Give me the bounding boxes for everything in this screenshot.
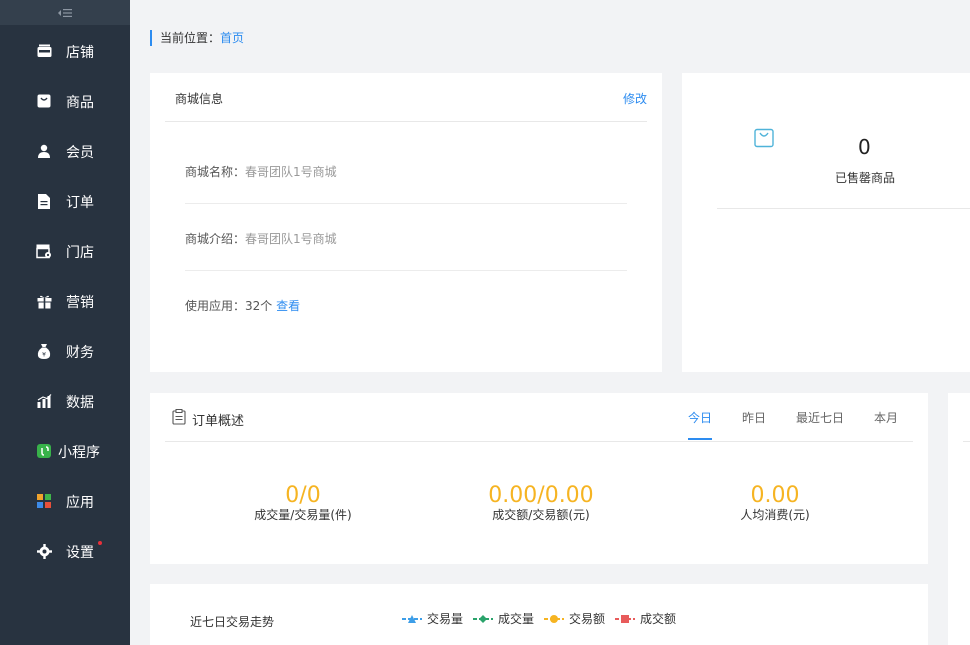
circle-marker-icon (544, 613, 565, 625)
edit-shop-link[interactable]: 修改 (623, 90, 647, 107)
trend-legend: 交易量 成交量 交易额 成交额 (402, 610, 686, 627)
order-overview-header: 订单概述 今日 昨日 最近七日 本月 (165, 393, 913, 442)
shopping-bag-icon (754, 128, 774, 148)
view-apps-link[interactable]: 查看 (276, 299, 300, 313)
collapse-icon (58, 8, 72, 17)
legend-item-trade-volume[interactable]: 交易量 (402, 610, 463, 627)
legend-label: 交易额 (569, 612, 606, 626)
svg-text:¥: ¥ (42, 351, 46, 358)
shop-settings-icon (36, 243, 52, 259)
sidebar-item-goods[interactable]: 商品 (0, 76, 130, 126)
shop-intro-key: 商城介绍： (185, 232, 246, 246)
sidebar-item-label: 应用 (66, 495, 94, 511)
legend-label: 交易量 (427, 612, 464, 626)
triangle-marker-icon (402, 613, 422, 625)
bar-chart-icon (36, 393, 52, 409)
breadcrumb: 当前位置：首页 (150, 30, 244, 46)
sidebar-item-label: 小程序 (58, 445, 100, 461)
legend-item-trade-amount[interactable]: 交易额 (544, 610, 605, 627)
shop-name-key: 商城名称： (185, 165, 246, 179)
breadcrumb-home-link[interactable]: 首页 (220, 31, 244, 45)
tab-yesterday[interactable]: 昨日 (742, 409, 766, 426)
sidebar-item-data[interactable]: 数据 (0, 376, 130, 426)
shop-intro-row: 商城介绍：春哥团队1号商城 (185, 204, 627, 271)
legend-item-deal-volume[interactable]: 成交量 (473, 610, 534, 627)
legend-label: 成交额 (640, 612, 677, 626)
divider (717, 208, 970, 209)
metric-per-capita-label: 人均消费(元) (740, 508, 810, 522)
document-icon (36, 193, 52, 209)
metric-per-capita-value: 0.00 (750, 483, 800, 508)
sidebar-item-label: 商品 (66, 95, 94, 111)
sidebar-item-label: 订单 (66, 195, 94, 211)
shop-info-card: 商城信息 修改 商城名称：春哥团队1号商城 商城介绍：春哥团队1号商城 使用应用… (150, 73, 662, 372)
square-marker-icon (615, 613, 636, 625)
metric-volume: 0/0 成交量/交易量(件) (223, 484, 383, 523)
clipboard-icon (172, 409, 186, 425)
shop-intro-value: 春哥团队1号商城 (245, 232, 337, 246)
tab-this-month[interactable]: 本月 (874, 409, 898, 426)
sold-out-count: 0 (858, 135, 871, 159)
bag-icon (36, 93, 52, 109)
sidebar-collapse-toggle[interactable] (0, 0, 130, 25)
shop-apps-key: 使用应用： (185, 299, 246, 313)
notification-dot (98, 541, 102, 545)
sidebar-item-label: 门店 (66, 245, 94, 261)
metric-amount-label: 成交额/交易额(元) (492, 508, 590, 522)
user-icon (36, 143, 52, 159)
sidebar-item-label: 店铺 (66, 45, 94, 61)
divider (963, 441, 970, 442)
apps-icon (36, 493, 52, 509)
gear-icon (36, 543, 52, 559)
sidebar-item-mini-program[interactable]: 小程序 (0, 426, 130, 476)
gift-icon (36, 293, 52, 309)
sidebar: 店铺 商品 会员 订单 门店 营销 ¥ 财务 数据 小程序 应用 设置 (0, 0, 130, 645)
order-overview-card: 订单概述 今日 昨日 最近七日 本月 0/0 成交量/交易量(件) 0.00/0… (150, 393, 928, 564)
sidebar-item-apps[interactable]: 应用 (0, 476, 130, 526)
tab-today[interactable]: 今日 (688, 409, 712, 426)
mini-program-icon (36, 443, 52, 459)
side-card-partial (948, 393, 970, 645)
legend-label: 成交量 (498, 612, 535, 626)
store-icon (36, 43, 52, 59)
sidebar-item-members[interactable]: 会员 (0, 126, 130, 176)
shop-apps-row: 使用应用：32个 查看 (185, 271, 627, 338)
shop-info-header: 商城信息 修改 (165, 73, 647, 122)
active-tab-indicator (688, 438, 712, 440)
breadcrumb-prefix: 当前位置： (160, 31, 221, 45)
sidebar-item-label: 数据 (66, 395, 94, 411)
sidebar-item-store[interactable]: 店铺 (0, 26, 130, 76)
shop-info-title: 商城信息 (175, 92, 224, 106)
shop-apps-count: 32个 (245, 299, 273, 313)
metric-per-capita: 0.00 人均消费(元) (715, 484, 835, 523)
shop-name-value: 春哥团队1号商城 (245, 165, 337, 179)
sold-out-card: 0 已售罄商品 (682, 73, 970, 372)
sidebar-item-orders[interactable]: 订单 (0, 176, 130, 226)
metric-volume-value: 0/0 (285, 483, 321, 508)
metric-amount-value: 0.00/0.00 (488, 483, 594, 508)
sidebar-item-marketing[interactable]: 营销 (0, 276, 130, 326)
sidebar-item-label: 财务 (66, 345, 94, 361)
sidebar-item-label: 营销 (66, 295, 94, 311)
sidebar-item-label: 设置 (66, 545, 94, 561)
metric-volume-label: 成交量/交易量(件) (254, 508, 352, 522)
shop-name-row: 商城名称：春哥团队1号商城 (185, 137, 627, 204)
diamond-marker-icon (473, 613, 494, 625)
legend-item-deal-amount[interactable]: 成交额 (615, 610, 676, 627)
sold-out-label: 已售罄商品 (835, 171, 896, 185)
order-overview-title: 订单概述 (192, 414, 245, 429)
sidebar-item-finance[interactable]: ¥ 财务 (0, 326, 130, 376)
trend-card: 近七日交易走势 交易量 成交量 交易额 成交额 (150, 584, 928, 645)
money-bag-icon: ¥ (36, 343, 52, 359)
sidebar-item-stores[interactable]: 门店 (0, 226, 130, 276)
sidebar-item-settings[interactable]: 设置 (0, 526, 130, 576)
tab-last-seven-days[interactable]: 最近七日 (796, 409, 844, 426)
trend-title: 近七日交易走势 (190, 615, 275, 629)
sidebar-item-label: 会员 (66, 145, 94, 161)
metric-amount: 0.00/0.00 成交额/交易额(元) (451, 484, 631, 523)
